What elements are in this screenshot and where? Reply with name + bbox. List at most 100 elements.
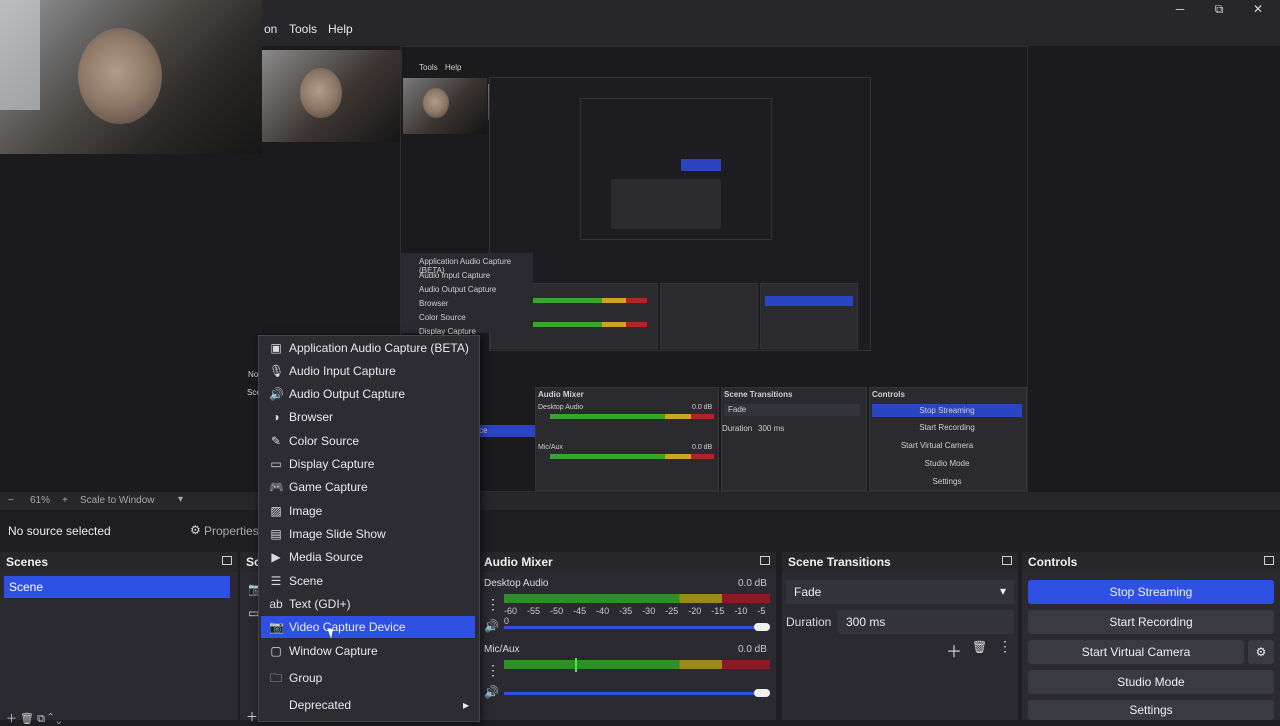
scenes-title: Scenes [0, 552, 238, 572]
menu-item-label: Browser [289, 410, 334, 424]
speaker-icon[interactable]: 🔊 [484, 619, 499, 633]
menu-item-label: Window Capture [289, 644, 378, 658]
menu-item-video-capture-device[interactable]: 📷 Video Capture Device [261, 616, 475, 638]
menu-item-partial[interactable]: on [264, 22, 277, 36]
desktop-volume-knob[interactable] [754, 623, 770, 631]
float-icon[interactable] [1264, 556, 1274, 565]
chevron-down-icon[interactable]: ▾ [178, 494, 183, 505]
text-icon: ab [269, 597, 283, 611]
nested-obs-window-3 [580, 98, 772, 240]
tick: -35 [619, 606, 633, 616]
menu-item-label: Game Capture [289, 480, 368, 494]
menu-item-label: Image Slide Show [289, 527, 386, 541]
menu-item-browser[interactable]: ◑ Browser [261, 406, 475, 428]
nested-scene-transitions: Scene Transitions Fade Duration 300 ms [721, 387, 867, 491]
menu-item-deprecated[interactable]: Deprecated ▸ [261, 694, 475, 716]
window-light [0, 0, 40, 110]
controls-title-text: Controls [1028, 555, 1078, 569]
menu-item-label: Text (GDI+) [289, 597, 351, 611]
menu-item-text-gdi[interactable]: ab Text (GDI+) [261, 593, 475, 615]
menu-item-audio-input-capture[interactable]: 🎙 Audio Input Capture [261, 360, 475, 382]
add-source-button[interactable]: ＋ [246, 708, 258, 725]
audio-mixer-title-text: Audio Mixer [484, 555, 553, 569]
source-toolbar: No source selected ⚙ Properties [0, 518, 1280, 544]
nested-start-virtual-camera: Start Virtual Camera [900, 441, 974, 450]
nested-audio-mixer: Audio Mixer Desktop Audio 0.0 dB Mic/Aux… [535, 387, 719, 491]
nested-ctx-3: Browser [419, 299, 449, 308]
trash-icon[interactable]: 🗑 [972, 640, 987, 654]
menu-item-image[interactable]: ▨ Image [261, 500, 475, 522]
tick: 0 [504, 616, 510, 626]
zoom-in-button[interactable]: + [62, 495, 68, 506]
properties-button[interactable]: Properties [204, 524, 259, 538]
menu-item-label: Video Capture Device [289, 620, 406, 634]
scenes-title-text: Scenes [6, 555, 49, 569]
nested-menu-help: Help [445, 63, 462, 72]
stop-streaming-button[interactable]: Stop Streaming [1028, 580, 1274, 604]
tick: -45 [573, 606, 587, 616]
desktop-volume-slider[interactable] [504, 626, 760, 629]
nested-face-1 [300, 68, 342, 118]
transition-value: Fade [794, 585, 822, 599]
mic-aux-meter [504, 660, 770, 669]
menu-item-help[interactable]: Help [328, 22, 353, 36]
close-button[interactable]: ✕ [1246, 2, 1270, 18]
menu-item-media-source[interactable]: ▶ Media Source [261, 546, 475, 568]
kebab-menu-icon[interactable]: ⋮ [486, 662, 500, 679]
minimize-button[interactable]: ─ [1168, 2, 1192, 18]
menu-item-color-source[interactable]: ✎ Color Source [261, 430, 475, 452]
desktop-audio-label: Desktop Audio [484, 578, 549, 589]
zoom-out-button[interactable]: − [8, 495, 14, 506]
mic-volume-knob[interactable] [754, 689, 770, 697]
scene-transitions-title-text: Scene Transitions [788, 555, 891, 569]
duration-spinbox[interactable]: 300 ms [838, 610, 1014, 634]
studio-mode-button[interactable]: Studio Mode [1028, 670, 1274, 694]
tick: -60 [504, 606, 518, 616]
tick: -40 [596, 606, 610, 616]
nested-fade: Fade [728, 405, 747, 414]
menu-item-label: Media Source [289, 550, 364, 564]
menu-item-group[interactable]: 🗀 Group [261, 667, 475, 689]
kebab-menu-icon[interactable]: ⋮ [486, 596, 500, 613]
nested-transitions-2 [660, 283, 758, 349]
mic-volume-slider[interactable] [504, 692, 760, 695]
menu-item-scene[interactable]: ☰ Scene [261, 570, 475, 592]
float-icon[interactable] [760, 556, 770, 565]
nested-obs-window: Tools Help Application Audio Capture (BE… [400, 46, 1028, 492]
virtual-camera-settings-button[interactable]: ⚙ [1248, 640, 1274, 664]
settings-button[interactable]: Settings [1028, 700, 1274, 720]
nested-stop-streaming: Stop Streaming [872, 404, 1022, 417]
nested-partial-no: No [248, 370, 259, 379]
nested-ctx-1: Audio Input Capture [419, 271, 491, 280]
menu-item-game-capture[interactable]: 🎮 Game Capture [261, 476, 475, 498]
speaker-icon: 🔊 [269, 387, 284, 401]
brush-icon: ✎ [270, 434, 282, 448]
float-icon[interactable] [222, 556, 232, 565]
desktop-audio-meter [504, 594, 770, 603]
scene-transitions-title: Scene Transitions [782, 552, 1018, 572]
start-virtual-camera-button[interactable]: Start Virtual Camera [1028, 640, 1244, 664]
menu-item-image-slide-show[interactable]: ▤ Image Slide Show [261, 523, 475, 545]
nested-desktop-db: 0.0 dB [692, 404, 713, 411]
desktop-audio-db: 0.0 dB [738, 578, 767, 589]
nested-partial-ce: ce [479, 426, 488, 435]
menu-item-window-capture[interactable]: ▢ Window Capture [261, 640, 475, 662]
scene-list-item[interactable]: Scene [4, 576, 230, 598]
play-icon: ▶ [271, 550, 281, 564]
duration-label: Duration [786, 615, 832, 629]
maximize-button[interactable]: ⧉ [1207, 2, 1231, 18]
menu-item-label: Application Audio Capture (BETA) [289, 341, 469, 355]
menu-item-tools[interactable]: Tools [289, 22, 317, 36]
float-icon[interactable] [1002, 556, 1012, 565]
kebab-menu-icon[interactable]: ⋮ [998, 638, 1012, 655]
start-recording-button[interactable]: Start Recording [1028, 610, 1274, 634]
audio-mixer-title: Audio Mixer [478, 552, 776, 572]
menu-item-app-audio-capture[interactable]: ▣ Application Audio Capture (BETA) [261, 337, 475, 359]
transition-select[interactable]: Fade ▾ [786, 580, 1014, 604]
add-transition-button[interactable]: ＋ [946, 638, 962, 662]
menu-item-audio-output-capture[interactable]: 🔊 Audio Output Capture [261, 383, 475, 405]
scale-mode[interactable]: Scale to Window [80, 495, 154, 506]
menu-item-display-capture[interactable]: ▭ Display Capture [261, 453, 475, 475]
speaker-icon[interactable]: 🔊 [484, 685, 499, 699]
nested-start-recording: Start Recording [919, 423, 975, 432]
